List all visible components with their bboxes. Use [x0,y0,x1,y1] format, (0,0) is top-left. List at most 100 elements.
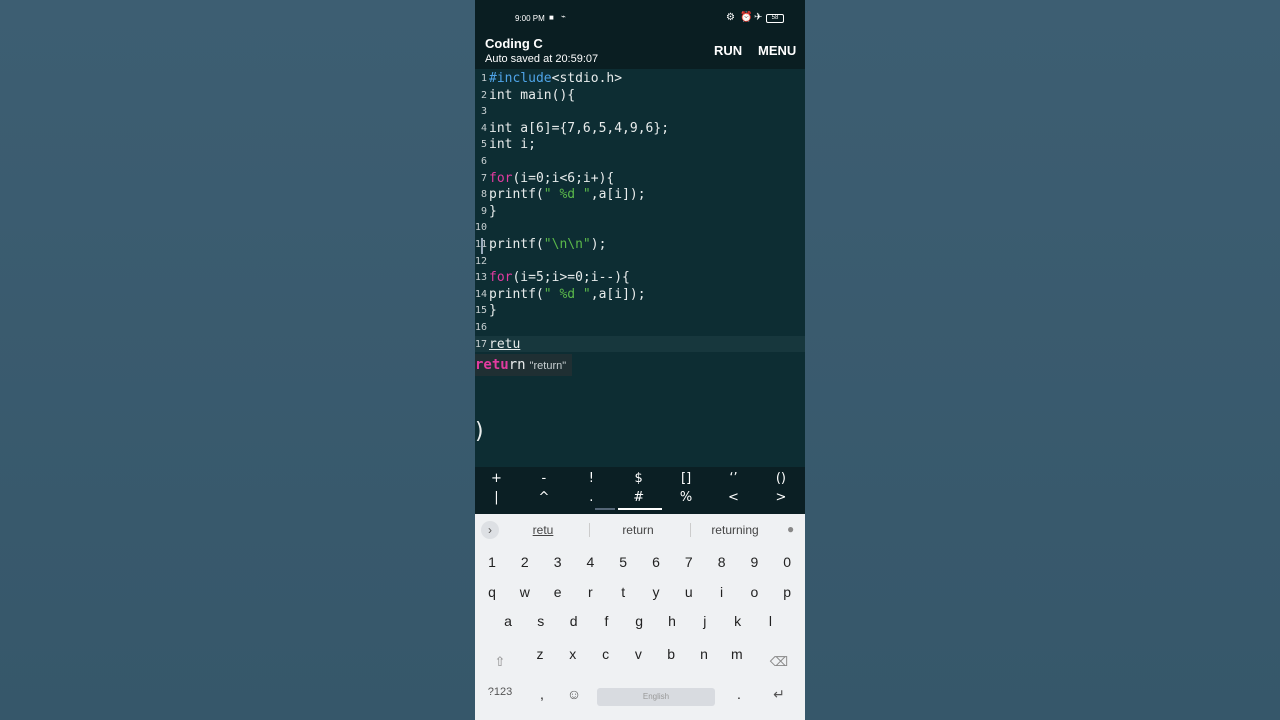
key-i[interactable]: i [707,584,737,600]
code-line[interactable]: 14 printf(" %d ",a[i]); [475,286,805,303]
backspace-icon[interactable]: ⌫ [764,654,794,670]
keyboard-suggestion[interactable]: return [600,523,676,537]
code-token: (i=0;i<6;i+){ [512,170,615,186]
key-y[interactable]: y [641,584,671,600]
code-line[interactable]: 15} [475,302,805,319]
code-text[interactable]: printf(" %d ",a[i]); [489,186,646,203]
key-f[interactable]: f [591,613,621,629]
space-key[interactable]: English [597,688,715,706]
key-4[interactable]: 4 [575,554,605,570]
code-text[interactable]: for(i=0;i<6;i+){ [489,170,614,187]
symbol-key[interactable]: < [710,490,757,505]
code-text[interactable]: int i; [489,136,536,153]
key-6[interactable]: 6 [641,554,671,570]
key-r[interactable]: r [575,584,605,600]
symbol-key[interactable]: ^ [520,490,567,505]
code-line[interactable]: 2 int main(){ [475,87,805,104]
code-line[interactable]: 8 printf(" %d ",a[i]); [475,186,805,203]
symbol-key[interactable]: $ [615,471,662,486]
run-button[interactable]: RUN [714,43,742,58]
key-w[interactable]: w [510,584,540,600]
key-s[interactable]: s [526,613,556,629]
code-text[interactable]: } [489,302,497,319]
key-z[interactable]: z [525,646,555,662]
code-editor[interactable]: 1 #include<stdio.h> 2 int main(){3 4 int a[6]… [475,69,805,467]
key-n[interactable]: n [689,646,719,662]
key-7[interactable]: 7 [674,554,704,570]
symbols-key[interactable]: ?123 [485,686,515,698]
key-q[interactable]: q [477,584,507,600]
phone-screen: 9:00 PM ■ ⌁ ⚙ ⏰ ✈ 58 Coding C Auto saved… [475,0,805,720]
symbol-key[interactable]: | [475,490,520,505]
key-b[interactable]: b [656,646,686,662]
emoji-icon[interactable]: ☺ [559,686,589,702]
symbol-key[interactable]: # [615,490,662,505]
mic-icon[interactable]: ● [787,522,794,536]
code-line[interactable]: 11printf("\n\n"); [475,236,805,253]
key-v[interactable]: v [623,646,653,662]
code-text[interactable]: int main(){ [489,87,575,104]
key-p[interactable]: p [772,584,802,600]
code-line[interactable]: 17 retu [475,335,805,353]
line-number: 8 [480,189,487,201]
key-u[interactable]: u [674,584,704,600]
symbol-key[interactable]: - [520,471,567,486]
code-line[interactable]: 13 for(i=5;i>=0;i--){ [475,269,805,286]
code-text[interactable]: retu [489,336,520,353]
code-line[interactable]: 4 int a[6]={7,6,5,4,9,6}; [475,120,805,137]
shift-icon[interactable]: ⇧ [485,654,515,670]
code-line[interactable]: 12 [475,253,805,270]
key-l[interactable]: l [755,613,785,629]
code-text[interactable]: for(i=5;i>=0;i--){ [489,269,630,286]
key-x[interactable]: x [558,646,588,662]
key-e[interactable]: e [543,584,573,600]
symbol-key[interactable]: % [663,490,710,505]
key-m[interactable]: m [722,646,752,662]
code-line[interactable]: 6 [475,153,805,170]
symbol-key[interactable]: > [757,490,804,505]
key-t[interactable]: t [608,584,638,600]
keyboard-suggestion[interactable]: retu [505,523,581,537]
symbol-key[interactable]: . [568,490,615,505]
code-line[interactable]: 16 [475,319,805,336]
code-line[interactable]: 7 for(i=0;i<6;i+){ [475,170,805,187]
code-line[interactable]: 1 #include<stdio.h> [475,70,805,87]
key-0[interactable]: 0 [772,554,802,570]
key-3[interactable]: 3 [543,554,573,570]
code-text[interactable]: #include<stdio.h> [489,70,622,87]
enter-icon[interactable]: ↵ [764,686,794,703]
key-h[interactable]: h [657,613,687,629]
keyboard-suggestion[interactable]: returning [697,523,773,537]
symbol-key[interactable]: + [475,471,520,486]
chevron-right-icon[interactable]: › [481,521,499,539]
code-text[interactable]: printf("\n\n"); [489,236,606,253]
comma-key[interactable]: , [527,686,557,702]
code-line[interactable]: 10 [475,219,805,236]
key-o[interactable]: o [739,584,769,600]
key-a[interactable]: a [493,613,523,629]
code-text[interactable]: int a[6]={7,6,5,4,9,6}; [489,120,669,137]
key-g[interactable]: g [624,613,654,629]
code-line[interactable]: 5 int i; [475,136,805,153]
key-9[interactable]: 9 [739,554,769,570]
period-key[interactable]: . [724,686,754,702]
key-2[interactable]: 2 [510,554,540,570]
key-5[interactable]: 5 [608,554,638,570]
menu-button[interactable]: MENU [758,43,796,58]
key-j[interactable]: j [690,613,720,629]
code-text[interactable]: } [489,203,497,220]
key-1[interactable]: 1 [477,554,507,570]
code-token: " %d " [543,286,591,302]
key-d[interactable]: d [559,613,589,629]
key-k[interactable]: k [723,613,753,629]
code-text[interactable]: printf(" %d ",a[i]); [489,286,646,303]
symbol-key[interactable]: ! [568,471,615,486]
symbol-key[interactable]: () [757,471,804,486]
symbol-key[interactable]: [] [663,471,710,486]
key-c[interactable]: c [591,646,621,662]
code-line[interactable]: 3 [475,103,805,120]
code-line[interactable]: 9} [475,203,805,220]
autocomplete-suggestion[interactable]: return "return" [475,354,573,376]
symbol-key[interactable]: ‘’ [710,471,757,486]
key-8[interactable]: 8 [707,554,737,570]
